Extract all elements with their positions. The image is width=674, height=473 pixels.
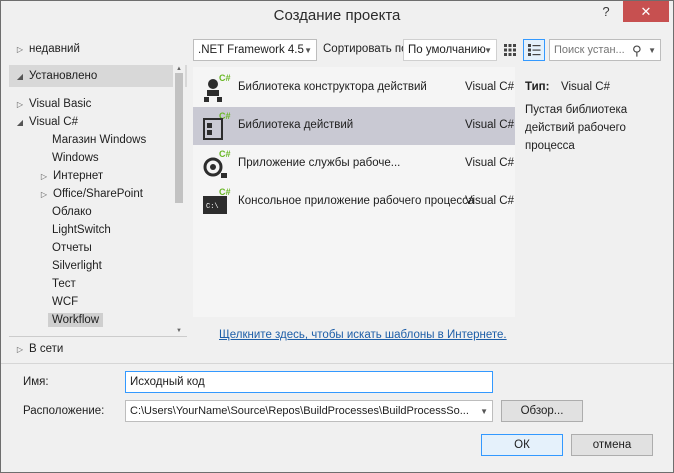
tree-item-lightswitch[interactable]: LightSwitch: [9, 221, 187, 239]
close-button[interactable]: ✕: [623, 1, 669, 22]
svg-text:C#: C#: [219, 73, 231, 83]
svg-text:C:\: C:\: [206, 203, 219, 211]
tree-item-visual-basic[interactable]: ▷ Visual Basic: [9, 95, 187, 113]
name-label: Имя:: [23, 376, 49, 388]
tree-item-silverlight[interactable]: Silverlight: [9, 257, 187, 275]
collapse-arrow-icon[interactable]: ◢: [14, 72, 26, 81]
tree-item-installed[interactable]: ◢ Установлено: [9, 65, 187, 87]
browse-button[interactable]: Обзор...: [501, 400, 583, 422]
scroll-down-icon[interactable]: ▼: [173, 327, 185, 335]
chevron-down-icon: ▼: [480, 407, 488, 416]
tree-divider: [9, 336, 187, 337]
form-divider: [1, 363, 673, 364]
expand-arrow-icon[interactable]: ▷: [38, 190, 50, 199]
help-button[interactable]: ?: [593, 1, 619, 22]
tree-item-visual-csharp[interactable]: ◢ Visual C#: [9, 113, 187, 131]
framework-select[interactable]: .NET Framework 4.5 ▼: [193, 39, 317, 61]
expand-arrow-icon[interactable]: ▷: [14, 100, 26, 109]
template-list: C# Библиотека конструктора действий Visu…: [193, 67, 515, 317]
expand-arrow-icon[interactable]: ▷: [14, 345, 26, 354]
list-view-button[interactable]: [523, 39, 545, 61]
tree-item-internet[interactable]: ▷ Интернет: [9, 167, 187, 185]
template-description: Пустая библиотека действий рабочего проц…: [525, 104, 628, 152]
project-name-field[interactable]: [125, 371, 493, 393]
small-icons-view-button[interactable]: [499, 39, 521, 61]
close-icon: ✕: [640, 3, 652, 19]
tree-item-wcf[interactable]: WCF: [9, 293, 187, 311]
type-row: Тип: Visual C#: [525, 81, 611, 93]
template-item[interactable]: C# C:\ Консольное приложение рабочего пр…: [193, 183, 515, 221]
template-search-box[interactable]: ⚲ ▼: [549, 39, 661, 61]
chevron-down-icon: ▼: [484, 46, 492, 55]
template-category-tree: ▷ недавний ◢ Установлено ▷ Visual Basic …: [9, 37, 187, 359]
new-project-dialog: Создание проекта ? ✕ ▷ недавний ◢ Устано…: [0, 0, 674, 473]
ok-button[interactable]: ОК: [481, 434, 563, 456]
svg-text:C#: C#: [219, 187, 231, 197]
scrollbar-thumb[interactable]: [175, 73, 183, 203]
dialog-title: Создание проекта: [273, 7, 401, 24]
tree-item-test[interactable]: Тест: [9, 275, 187, 293]
tree-item-office-sharepoint[interactable]: ▷ Office/SharePoint: [9, 185, 187, 203]
list-view-icon: [528, 44, 541, 56]
tree-item-workflow[interactable]: Workflow: [9, 311, 187, 329]
template-item[interactable]: C# Библиотека конструктора действий Visu…: [193, 69, 515, 107]
activity-library-icon: C#: [203, 111, 231, 140]
tree-item-recent[interactable]: ▷ недавний: [9, 40, 187, 58]
tree-item-online[interactable]: ▷ В сети: [9, 340, 187, 358]
expand-arrow-icon[interactable]: ▷: [38, 172, 50, 181]
console-workflow-icon: C# C:\: [203, 187, 231, 214]
svg-text:C#: C#: [219, 149, 231, 159]
cancel-button[interactable]: отмена: [571, 434, 653, 456]
tree-item-windows-store[interactable]: Магазин Windows: [9, 131, 187, 149]
grid-view-icon: [504, 44, 516, 56]
location-select[interactable]: C:\Users\YourName\Source\Repos\BuildProc…: [125, 400, 493, 422]
tree-item-reports[interactable]: Отчеты: [9, 239, 187, 257]
collapse-arrow-icon[interactable]: ◢: [14, 118, 26, 127]
search-online-templates-link[interactable]: Щелкните здесь, чтобы искать шаблоны в И…: [219, 329, 507, 341]
search-input[interactable]: [554, 44, 630, 56]
template-item[interactable]: C# Приложение службы рабоче... Visual C#: [193, 145, 515, 183]
sort-select[interactable]: По умолчанию ▼: [403, 39, 497, 61]
tree-item-windows[interactable]: Windows: [9, 149, 187, 167]
tree-item-cloud[interactable]: Облако: [9, 203, 187, 221]
template-item[interactable]: C# Библиотека действий Visual C#: [193, 107, 515, 145]
tree-scrollbar[interactable]: ▲ ▼: [173, 65, 185, 335]
workflow-service-icon: C#: [203, 149, 231, 178]
chevron-down-icon: ▼: [304, 46, 312, 55]
expand-arrow-icon[interactable]: ▷: [14, 45, 26, 54]
chevron-down-icon[interactable]: ▼: [648, 46, 656, 55]
template-details: Тип: Visual C# Пустая библиотека действи…: [525, 81, 667, 155]
search-icon[interactable]: ⚲: [632, 43, 642, 59]
scroll-up-icon[interactable]: ▲: [173, 65, 185, 73]
sort-label: Сортировать по:: [323, 43, 411, 55]
title-bar: Создание проекта ? ✕: [1, 1, 673, 31]
location-label: Расположение:: [23, 405, 105, 417]
activity-designer-library-icon: C#: [204, 73, 231, 102]
